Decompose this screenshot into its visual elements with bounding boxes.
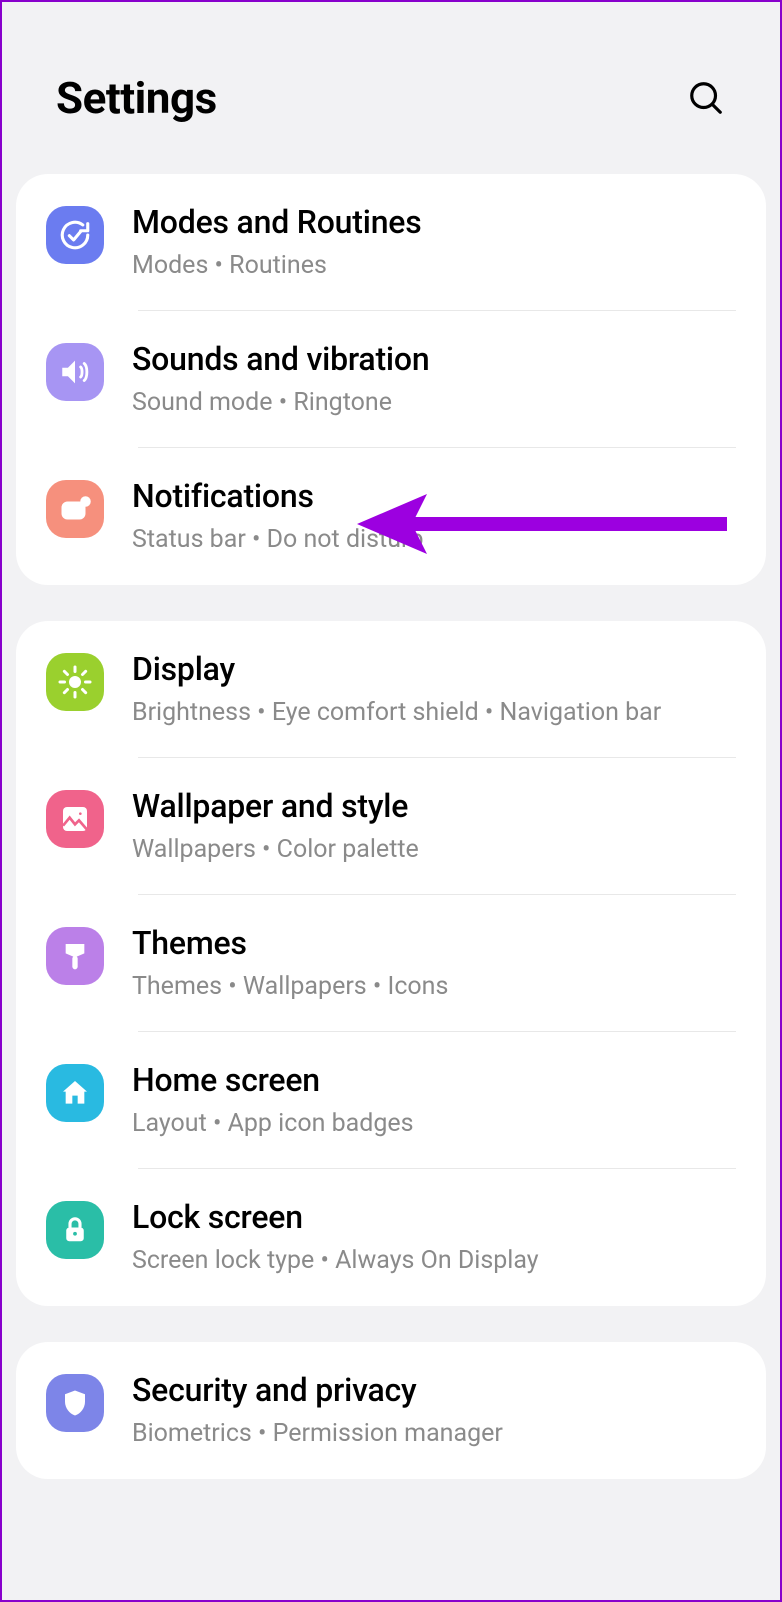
row-text: Themes Themes • Wallpapers • Icons bbox=[132, 923, 736, 1004]
row-title: Sounds and vibration bbox=[132, 339, 736, 379]
row-subtitle: Biometrics • Permission manager bbox=[132, 1416, 736, 1451]
row-text: Sounds and vibration Sound mode • Ringto… bbox=[132, 339, 736, 420]
row-text: Display Brightness • Eye comfort shield … bbox=[132, 649, 736, 730]
row-subtitle: Sound mode • Ringtone bbox=[132, 385, 736, 420]
row-subtitle: Status bar • Do not disturb bbox=[132, 522, 736, 557]
settings-header: Settings bbox=[2, 2, 780, 174]
notifications-icon bbox=[46, 480, 104, 538]
row-subtitle: Modes • Routines bbox=[132, 248, 736, 283]
row-title: Lock screen bbox=[132, 1197, 736, 1237]
settings-item-notifications[interactable]: Notifications Status bar • Do not distur… bbox=[16, 448, 766, 585]
security-icon bbox=[46, 1374, 104, 1432]
page-title: Settings bbox=[56, 72, 217, 124]
row-title: Themes bbox=[132, 923, 736, 963]
row-subtitle: Layout • App icon badges bbox=[132, 1106, 736, 1141]
settings-item-modes[interactable]: Modes and Routines Modes • Routines bbox=[16, 174, 766, 311]
row-title: Notifications bbox=[132, 476, 736, 516]
display-icon bbox=[46, 653, 104, 711]
row-text: Notifications Status bar • Do not distur… bbox=[132, 476, 736, 557]
row-subtitle: Brightness • Eye comfort shield • Naviga… bbox=[132, 695, 736, 730]
row-text: Wallpaper and style Wallpapers • Color p… bbox=[132, 786, 736, 867]
row-title: Modes and Routines bbox=[132, 202, 736, 242]
row-subtitle: Themes • Wallpapers • Icons bbox=[132, 969, 736, 1004]
settings-item-display[interactable]: Display Brightness • Eye comfort shield … bbox=[16, 621, 766, 758]
settings-item-wallpaper[interactable]: Wallpaper and style Wallpapers • Color p… bbox=[16, 758, 766, 895]
lock-icon bbox=[46, 1201, 104, 1259]
settings-item-sounds[interactable]: Sounds and vibration Sound mode • Ringto… bbox=[16, 311, 766, 448]
settings-item-lock[interactable]: Lock screen Screen lock type • Always On… bbox=[16, 1169, 766, 1306]
row-subtitle: Wallpapers • Color palette bbox=[132, 832, 736, 867]
themes-icon bbox=[46, 927, 104, 985]
settings-item-security[interactable]: Security and privacy Biometrics • Permis… bbox=[16, 1342, 766, 1479]
row-text: Lock screen Screen lock type • Always On… bbox=[132, 1197, 736, 1278]
search-button[interactable] bbox=[686, 78, 726, 118]
modes-icon bbox=[46, 206, 104, 264]
row-text: Home screen Layout • App icon badges bbox=[132, 1060, 736, 1141]
row-title: Display bbox=[132, 649, 736, 689]
settings-group-2: Display Brightness • Eye comfort shield … bbox=[16, 621, 766, 1306]
settings-item-home[interactable]: Home screen Layout • App icon badges bbox=[16, 1032, 766, 1169]
sounds-icon bbox=[46, 343, 104, 401]
row-text: Security and privacy Biometrics • Permis… bbox=[132, 1370, 736, 1451]
wallpaper-icon bbox=[46, 790, 104, 848]
settings-group-1: Modes and Routines Modes • Routines Soun… bbox=[16, 174, 766, 585]
home-icon bbox=[46, 1064, 104, 1122]
settings-group-3: Security and privacy Biometrics • Permis… bbox=[16, 1342, 766, 1479]
settings-item-themes[interactable]: Themes Themes • Wallpapers • Icons bbox=[16, 895, 766, 1032]
search-icon bbox=[687, 79, 725, 117]
row-title: Home screen bbox=[132, 1060, 736, 1100]
row-text: Modes and Routines Modes • Routines bbox=[132, 202, 736, 283]
row-title: Security and privacy bbox=[132, 1370, 736, 1410]
row-subtitle: Screen lock type • Always On Display bbox=[132, 1243, 736, 1278]
row-title: Wallpaper and style bbox=[132, 786, 736, 826]
